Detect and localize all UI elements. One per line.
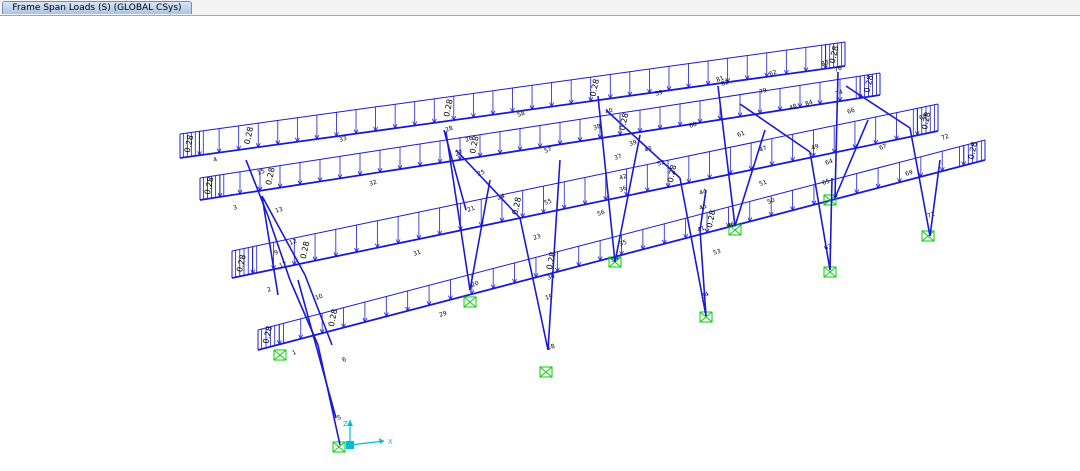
load-value-label: 0.28	[588, 78, 601, 97]
axis-x-label: X	[388, 438, 393, 446]
frame-id-label: 30	[546, 273, 556, 282]
frame-column	[834, 119, 869, 199]
frame-id-label: 19	[544, 293, 554, 302]
frame-id-label: 2	[266, 286, 272, 294]
frame-id-label: 72	[940, 133, 950, 142]
frame-id-label: 37	[613, 153, 623, 162]
axis-origin-box	[346, 441, 354, 449]
frame-column	[605, 109, 681, 179]
frame-id-label: 51	[758, 179, 768, 188]
frame-beam	[199, 94, 881, 201]
load-value-label: 0.28	[442, 98, 455, 117]
frame-id-label: 66	[846, 107, 856, 116]
frame-id-label: 10	[314, 293, 324, 302]
frame-id-label: 49	[810, 143, 820, 152]
frame-id-label: 44	[698, 188, 708, 197]
tab-frame-span-loads[interactable]: Frame Span Loads (S) (GLOBAL CSys)	[2, 1, 192, 14]
frame-id-label: 1	[291, 349, 297, 357]
frame-column	[679, 177, 707, 317]
frame-column	[717, 85, 736, 227]
frame-column	[929, 159, 941, 237]
frame-id-label: 79	[758, 87, 768, 96]
support-cross	[463, 296, 477, 308]
support-cross	[539, 366, 553, 378]
frame-id-label: 31	[412, 249, 422, 258]
structure-model-drawing: 0.28 0.280.280.280.280.28 0.280.280.280.28…	[179, 41, 986, 453]
frame-id-label: 59	[654, 89, 664, 98]
frame-id-label: 84	[804, 99, 814, 108]
frame-id-label: 60	[688, 121, 698, 130]
frame-column	[829, 177, 833, 271]
frame-id-label: 69	[904, 169, 914, 178]
frame-id-label: 6	[341, 356, 347, 364]
frame-id-label: 32	[368, 179, 378, 188]
load-value-label: 0.28	[511, 196, 524, 215]
frame-id-label: 48	[788, 103, 798, 112]
frame-id-label: 62	[768, 69, 778, 78]
global-axis-triad: XZ	[343, 420, 393, 449]
frame-id-label: 29	[438, 310, 448, 319]
frame-id-label: 74	[834, 89, 844, 98]
frame-id-label: 65	[821, 178, 831, 187]
frame-members-group	[179, 65, 986, 351]
frame-id-label: 55	[543, 198, 553, 207]
frame-id-label: 56	[596, 209, 606, 218]
axis-z-label: Z	[343, 420, 348, 428]
axis-x-arrow	[379, 438, 384, 444]
frame-id-label: 23	[532, 233, 542, 242]
load-value-label: 0.28	[203, 176, 216, 195]
support-cross	[273, 349, 287, 361]
frame-id-label: 71	[926, 211, 936, 220]
frame-id-label: 33	[338, 135, 348, 144]
load-value-label: 0.28	[235, 254, 248, 273]
frame-id-label: 4	[212, 156, 218, 164]
frame-id-label: 53	[712, 248, 722, 257]
load-value-label: 0.28	[299, 240, 312, 259]
load-value-label: 0.28	[183, 134, 196, 153]
frame-id-label: 5	[336, 414, 342, 422]
frame-column	[443, 129, 467, 211]
support-cross	[921, 230, 935, 242]
frame-id-label: 63	[823, 243, 833, 252]
frame-id-label: 39	[628, 139, 638, 148]
load-value-label: 0.28	[243, 126, 256, 145]
frame-id-label: 9	[273, 249, 279, 257]
frame-id-label: 67	[878, 143, 888, 152]
frame-id-label: 57	[543, 146, 553, 155]
frame-column	[909, 127, 931, 237]
frame-labels-group: 0.28 0.280.280.280.280.28 0.280.280.280.28…	[183, 45, 979, 422]
frame-column	[597, 95, 616, 263]
supports-group	[273, 194, 935, 453]
axis-x-line	[349, 440, 385, 446]
frame-id-label: 13	[274, 206, 284, 215]
frame-id-label: 15	[256, 168, 266, 177]
model-3d-viewport[interactable]: 0.28 0.28 0.28 0.28 0.28 0.28 0.28 0.28 0.28 0.28…	[0, 16, 1080, 471]
frame-column	[845, 85, 911, 129]
frame-id-label: 61	[736, 130, 746, 139]
view-tab-bar: Frame Span Loads (S) (GLOBAL CSys)	[0, 0, 1080, 16]
axis-z-arrow	[347, 420, 353, 426]
load-value-label: 0.28	[264, 167, 277, 186]
frame-id-label: 50	[766, 197, 776, 206]
frame-id-label: 21	[466, 205, 476, 214]
frame-column	[469, 179, 491, 291]
frame-column	[809, 151, 831, 271]
frame-id-label: 64	[824, 158, 834, 167]
frame-id-label: 3	[232, 204, 238, 212]
